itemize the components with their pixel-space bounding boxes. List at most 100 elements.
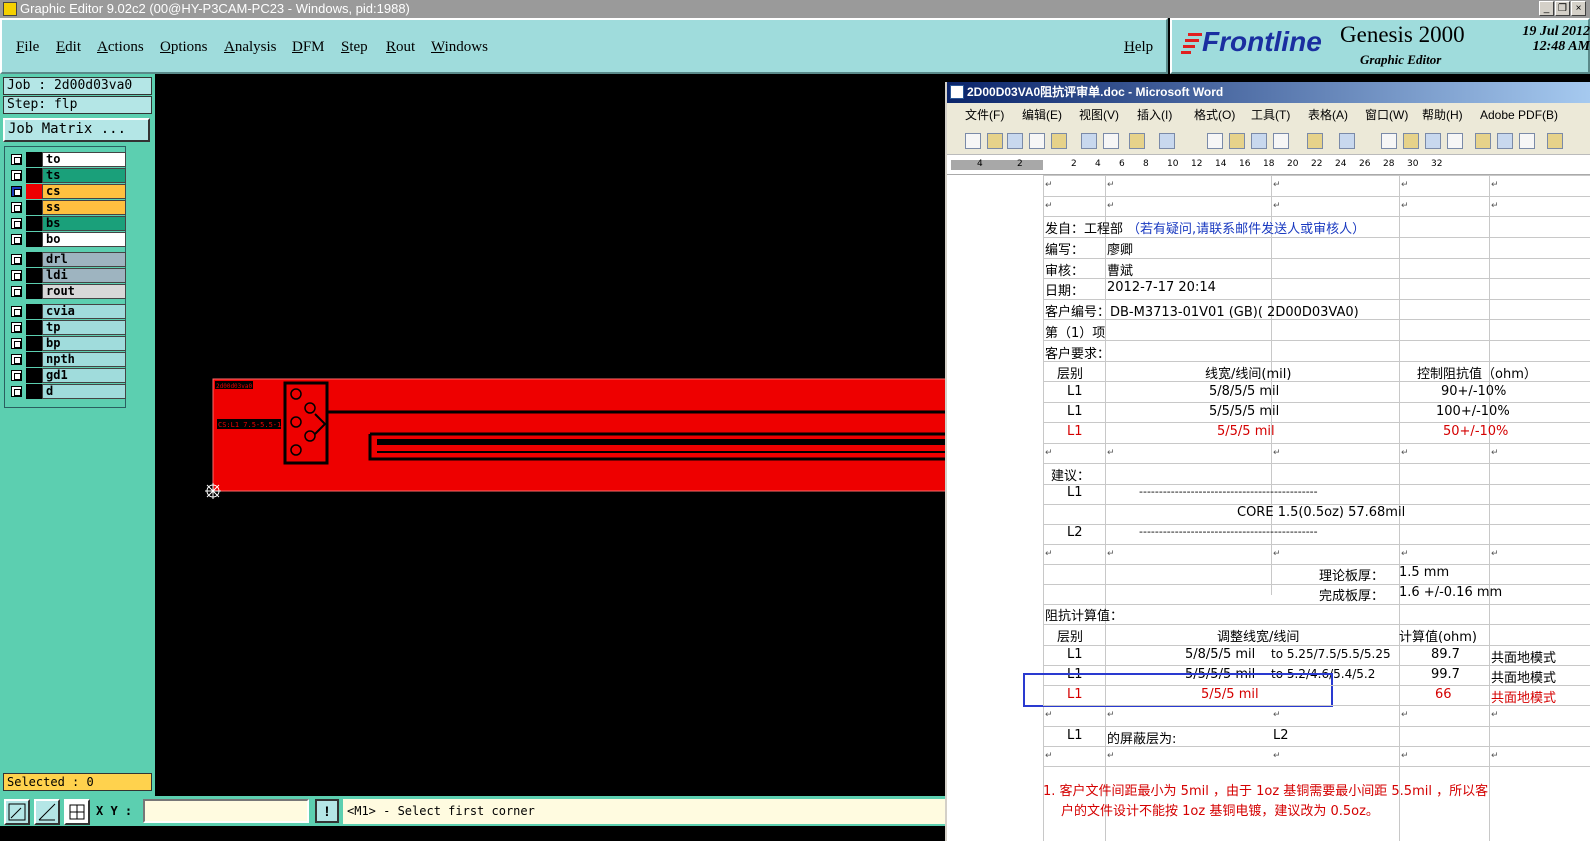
- hyperlink-icon[interactable]: [1381, 133, 1397, 149]
- spell-icon[interactable]: [1129, 133, 1145, 149]
- word-menu-table[interactable]: 表格(A): [1308, 103, 1348, 127]
- menu-actions[interactable]: Actions: [97, 39, 144, 56]
- word-ruler[interactable]: 4 2 2 4 6 8 10 12 14 16 18 20 22 24 26 28 30 32: [947, 155, 1590, 175]
- layer-row-bo[interactable]: bo: [8, 232, 126, 247]
- layer-row-to[interactable]: to: [8, 152, 126, 167]
- layer-row-rout[interactable]: rout: [8, 284, 126, 299]
- menu-step[interactable]: Step: [341, 39, 368, 56]
- layer-checkbox[interactable]: [11, 306, 22, 317]
- open-icon[interactable]: [987, 133, 1003, 149]
- layer-name[interactable]: bp: [42, 336, 126, 351]
- copy-icon[interactable]: [1229, 133, 1245, 149]
- zoom-area-button[interactable]: [4, 799, 30, 825]
- word-menu-tools[interactable]: 工具(T): [1251, 103, 1290, 127]
- layer-row-gd1[interactable]: gd1: [8, 368, 126, 383]
- layer-checkbox[interactable]: [11, 254, 22, 265]
- word-menu-adobe-pdf[interactable]: Adobe PDF(B): [1480, 103, 1558, 127]
- layer-name[interactable]: ldi: [42, 268, 126, 283]
- menu-options[interactable]: Options: [160, 39, 208, 56]
- layer-checkbox[interactable]: [11, 170, 22, 181]
- word-menu-insert[interactable]: 插入(I): [1137, 103, 1172, 127]
- layer-row-ts[interactable]: ts: [8, 168, 126, 183]
- layer-checkbox[interactable]: [11, 202, 22, 213]
- word-menu-help[interactable]: 帮助(H): [1422, 103, 1463, 127]
- layer-name[interactable]: to: [42, 152, 126, 167]
- layer-row-cs[interactable]: cs: [8, 184, 126, 199]
- menu-analysis[interactable]: Analysis: [224, 39, 277, 56]
- menu-dfm[interactable]: DFM: [292, 39, 325, 56]
- layer-row-bp[interactable]: bp: [8, 336, 126, 351]
- layer-checkbox[interactable]: [11, 270, 22, 281]
- restore-button[interactable]: ❐: [1555, 1, 1570, 16]
- board-drawing[interactable]: 2d00d03va0 CS:L1 7.5-5.5-1.15: [155, 74, 945, 796]
- insert-table-icon[interactable]: [1425, 133, 1441, 149]
- close-button[interactable]: ×: [1571, 1, 1586, 16]
- tables-icon[interactable]: [1403, 133, 1419, 149]
- layer-row-npth[interactable]: npth: [8, 352, 126, 367]
- layer-name[interactable]: gd1: [42, 368, 126, 383]
- layer-checkbox[interactable]: [11, 338, 22, 349]
- layer-checkbox[interactable]: [11, 286, 22, 297]
- layer-name[interactable]: bo: [42, 232, 126, 247]
- docmap-icon[interactable]: [1519, 133, 1535, 149]
- drawing-icon[interactable]: [1497, 133, 1513, 149]
- layer-row-drl[interactable]: drl: [8, 252, 126, 267]
- layer-name[interactable]: drl: [42, 252, 126, 267]
- redo-icon[interactable]: [1339, 133, 1355, 149]
- layer-row-tp[interactable]: tp: [8, 320, 126, 335]
- menu-rout[interactable]: Rout: [386, 39, 415, 56]
- layer-checkbox[interactable]: [11, 354, 22, 365]
- xy-input[interactable]: [143, 799, 309, 823]
- warning-button[interactable]: !: [315, 799, 339, 823]
- menu-file[interactable]: File: [16, 39, 39, 56]
- layer-checkbox[interactable]: [11, 386, 22, 397]
- word-document[interactable]: 发自：工程部 （若有疑问,请联系邮件发送人或审核人） 编写： 廖卿 审核： 曹斌…: [1023, 175, 1590, 841]
- word-menu-view[interactable]: 视图(V): [1079, 103, 1119, 127]
- menu-windows[interactable]: Windows: [431, 39, 488, 56]
- layer-row-bs[interactable]: bs: [8, 216, 126, 231]
- layer-checkbox[interactable]: [11, 218, 22, 229]
- new-icon[interactable]: [965, 133, 981, 149]
- minimize-button[interactable]: _: [1539, 1, 1554, 16]
- layer-checkbox[interactable]: [11, 234, 22, 245]
- layer-name[interactable]: tp: [42, 320, 126, 335]
- measure-button[interactable]: [34, 799, 60, 825]
- layer-row-d[interactable]: d: [8, 384, 126, 399]
- save-icon[interactable]: [1007, 133, 1023, 149]
- cut-icon[interactable]: [1207, 133, 1223, 149]
- word-menu-edit[interactable]: 编辑(E): [1022, 103, 1062, 127]
- layer-row-cvia[interactable]: cvia: [8, 304, 126, 319]
- showhide-icon[interactable]: [1547, 133, 1563, 149]
- undo-icon[interactable]: [1307, 133, 1323, 149]
- word-menu-file[interactable]: 文件(F): [965, 103, 1004, 127]
- paste-icon[interactable]: [1251, 133, 1267, 149]
- print-icon[interactable]: [1081, 133, 1097, 149]
- word-menu-window[interactable]: 窗口(W): [1365, 103, 1408, 127]
- layer-checkbox[interactable]: [11, 322, 22, 333]
- menu-edit[interactable]: Edit: [56, 39, 81, 56]
- email-icon[interactable]: [1051, 133, 1067, 149]
- columns-icon[interactable]: [1475, 133, 1491, 149]
- excel-icon[interactable]: [1447, 133, 1463, 149]
- layer-name[interactable]: bs: [42, 216, 126, 231]
- preview-icon[interactable]: [1103, 133, 1119, 149]
- job-matrix-button[interactable]: Job Matrix ...: [3, 118, 150, 142]
- snap-button[interactable]: [64, 799, 90, 825]
- research-icon[interactable]: [1159, 133, 1175, 149]
- layer-checkbox[interactable]: [11, 154, 22, 165]
- permission-icon[interactable]: [1029, 133, 1045, 149]
- layer-checkbox[interactable]: [11, 370, 22, 381]
- graphic-canvas[interactable]: 2d00d03va0 CS:L1 7.5-5.5-1.15: [155, 74, 945, 796]
- layer-name[interactable]: ts: [42, 168, 126, 183]
- layer-name[interactable]: npth: [42, 352, 126, 367]
- layer-name[interactable]: cvia: [42, 304, 126, 319]
- word-menu-format[interactable]: 格式(O): [1194, 103, 1235, 127]
- layer-row-ss[interactable]: ss: [8, 200, 126, 215]
- layer-row-ldi[interactable]: ldi: [8, 268, 126, 283]
- format-painter-icon[interactable]: [1273, 133, 1289, 149]
- layer-name[interactable]: ss: [42, 200, 126, 215]
- layer-checkbox[interactable]: [11, 186, 22, 197]
- layer-name[interactable]: d: [42, 384, 126, 399]
- menu-help[interactable]: Help: [1124, 39, 1153, 56]
- layer-name[interactable]: rout: [42, 284, 126, 299]
